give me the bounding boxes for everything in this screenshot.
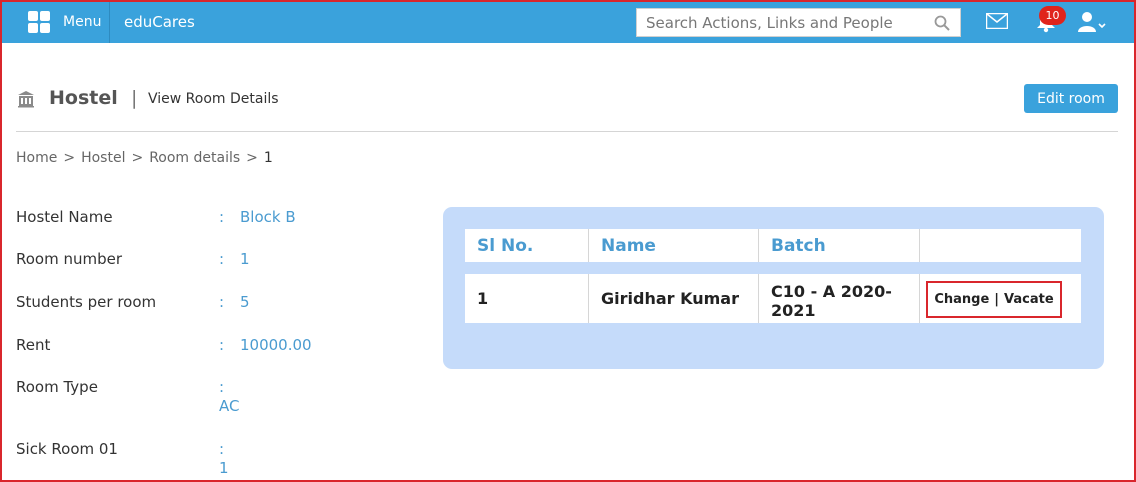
search-input[interactable] xyxy=(637,9,927,36)
room-students-panel: Sl No. Name Batch 1 Giridhar Kumar C10 -… xyxy=(443,207,1104,369)
breadcrumb-room-details[interactable]: Room details xyxy=(149,150,240,166)
breadcrumb-home[interactable]: Home xyxy=(16,150,57,166)
detail-value-rent: 10000.00 xyxy=(240,336,312,354)
page-title: Hostel xyxy=(49,87,118,109)
grid-icon xyxy=(28,10,50,33)
search-icon[interactable] xyxy=(934,15,950,31)
detail-colon: : xyxy=(219,293,225,311)
menu-label: Menu xyxy=(63,13,102,30)
user-icon[interactable] xyxy=(1077,11,1107,33)
action-separator: | xyxy=(994,292,1000,307)
search-box xyxy=(636,8,961,37)
header-actions xyxy=(920,229,1081,262)
breadcrumb: Home > Hostel > Room details >1 xyxy=(16,150,273,166)
detail-colon: : xyxy=(219,208,225,226)
cell-name: Giridhar Kumar xyxy=(589,274,759,323)
detail-value-hostel-name: Block B xyxy=(240,208,296,226)
detail-colon: : xyxy=(219,336,225,354)
mail-icon[interactable] xyxy=(986,13,1008,29)
detail-colon: : xyxy=(219,250,225,268)
detail-colon: : xyxy=(219,440,225,458)
vacate-link[interactable]: Vacate xyxy=(1004,292,1054,307)
breadcrumb-current: 1 xyxy=(263,150,273,166)
detail-label-hostel-name: Hostel Name xyxy=(16,208,113,226)
batch-line-2: 2021 xyxy=(771,300,816,320)
building-icon xyxy=(18,91,34,108)
cell-actions: Change | Vacate xyxy=(920,274,1081,323)
notification-badge: 10 xyxy=(1039,6,1066,25)
detail-value-students-per-room: 5 xyxy=(240,293,250,311)
title-separator: | xyxy=(131,87,138,109)
batch-line-1: C10 - A 2020- xyxy=(771,281,892,301)
detail-label-sick-room: Sick Room 01 xyxy=(16,440,118,458)
brand-link[interactable]: eduCares xyxy=(124,13,195,31)
detail-value-room-number: 1 xyxy=(240,250,250,268)
table-row: 1 Giridhar Kumar C10 - A 2020- 2021 Chan… xyxy=(465,274,1081,323)
table-header-row: Sl No. Name Batch xyxy=(465,229,1081,262)
breadcrumb-hostel[interactable]: Hostel xyxy=(81,150,125,166)
page-header: Hostel | View Room Details Edit room xyxy=(16,84,1118,132)
detail-label-students-per-room: Students per room xyxy=(16,293,157,311)
detail-label-room-type: Room Type xyxy=(16,378,98,396)
top-navbar: Menu eduCares 10 xyxy=(0,0,1136,43)
cell-batch: C10 - A 2020- 2021 xyxy=(759,274,920,323)
edit-room-button[interactable]: Edit room xyxy=(1024,84,1118,113)
header-batch: Batch xyxy=(759,229,920,262)
header-name: Name xyxy=(589,229,759,262)
cell-sl-no: 1 xyxy=(465,274,589,323)
detail-label-rent: Rent xyxy=(16,336,51,354)
detail-label-room-number: Room number xyxy=(16,250,123,268)
header-sl-no: Sl No. xyxy=(465,229,589,262)
actions-highlight: Change | Vacate xyxy=(926,281,1062,318)
page-subtitle: View Room Details xyxy=(148,91,279,107)
detail-value-sick-room: 1 xyxy=(219,459,229,477)
menu-button[interactable]: Menu xyxy=(14,0,110,43)
detail-colon: : xyxy=(219,378,225,396)
change-link[interactable]: Change xyxy=(934,292,989,307)
detail-value-room-type: AC xyxy=(219,397,240,415)
